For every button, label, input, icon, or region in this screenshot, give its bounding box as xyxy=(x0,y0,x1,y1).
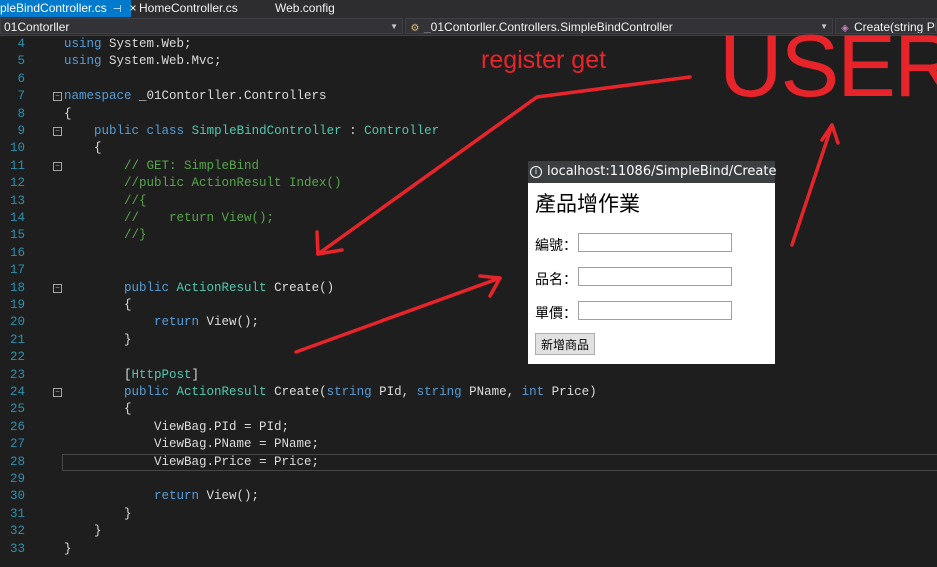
arrow-to-user xyxy=(790,123,834,247)
annotation-arrows xyxy=(294,75,840,354)
arrow-to-get-action xyxy=(316,75,692,256)
arrow-to-form xyxy=(294,276,502,354)
